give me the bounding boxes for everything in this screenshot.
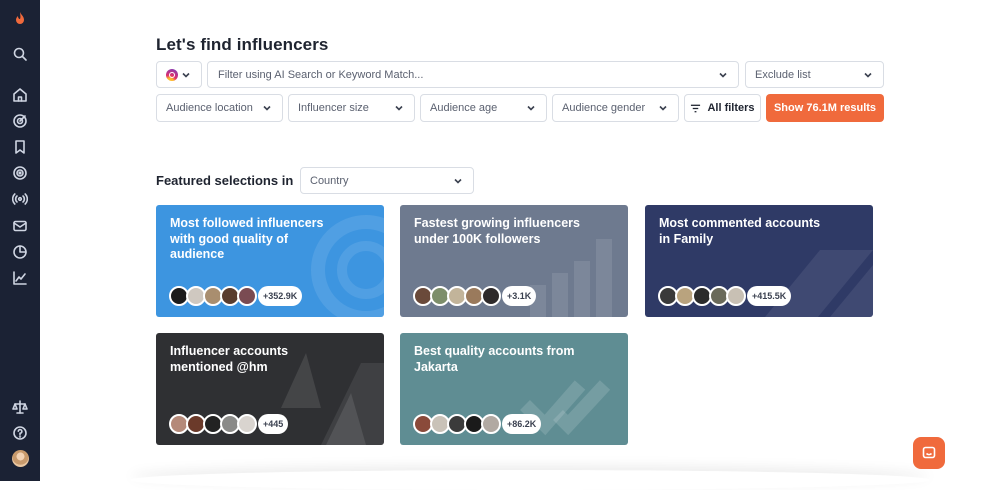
influencer-size-select[interactable]: Influencer size bbox=[288, 94, 415, 122]
country-placeholder: Country bbox=[310, 174, 349, 187]
chat-button[interactable] bbox=[913, 437, 945, 469]
influencer-size-label: Influencer size bbox=[298, 102, 369, 114]
avatar bbox=[237, 286, 257, 306]
filter-lines-icon bbox=[690, 103, 701, 114]
avatar-group: +445 bbox=[169, 414, 289, 434]
bottom-panel-shadow bbox=[130, 470, 930, 490]
chevron-down-icon bbox=[453, 176, 463, 186]
avatar-group: +3.1K bbox=[413, 286, 537, 306]
chevron-down-icon bbox=[262, 103, 272, 113]
audience-age-select[interactable]: Audience age bbox=[420, 94, 547, 122]
logo-flame-icon[interactable] bbox=[11, 10, 29, 28]
audience-location-select[interactable]: Audience location bbox=[156, 94, 283, 122]
chevron-down-icon bbox=[718, 70, 728, 80]
mail-icon[interactable] bbox=[11, 217, 29, 235]
trend-icon[interactable] bbox=[11, 269, 29, 287]
exclude-list-label: Exclude list bbox=[755, 68, 811, 81]
card-title: Best quality accounts from Jakarta bbox=[414, 344, 575, 374]
avatar bbox=[237, 414, 257, 434]
influencer-count: +3.1K bbox=[502, 286, 537, 306]
discover-icon[interactable] bbox=[11, 112, 29, 130]
bookmark-icon[interactable] bbox=[11, 138, 29, 156]
search-input[interactable]: Filter using AI Search or Keyword Match.… bbox=[207, 61, 739, 88]
featured-card-mentioned-hm[interactable]: Influencer accounts mentioned @hm +445 bbox=[156, 333, 384, 445]
influencer-count: +352.9K bbox=[258, 286, 303, 306]
chevron-down-icon bbox=[526, 103, 536, 113]
home-icon[interactable] bbox=[11, 86, 29, 104]
card-title: Most commented accounts in Family bbox=[659, 216, 821, 246]
chevron-down-icon bbox=[863, 70, 873, 80]
search-placeholder: Filter using AI Search or Keyword Match.… bbox=[218, 68, 424, 81]
scale-icon[interactable] bbox=[11, 398, 29, 416]
page-title: Let's find influencers bbox=[156, 35, 329, 54]
chat-icon bbox=[921, 445, 937, 461]
sidebar bbox=[0, 0, 40, 481]
influencer-count: +445 bbox=[258, 414, 289, 434]
audience-location-label: Audience location bbox=[166, 102, 253, 114]
featured-card-most-followed[interactable]: Most followed influencers with good qual… bbox=[156, 205, 384, 317]
avatar[interactable] bbox=[12, 450, 29, 467]
influencer-count: +86.2K bbox=[502, 414, 542, 434]
featured-card-jakarta[interactable]: Best quality accounts from Jakarta +86.2… bbox=[400, 333, 628, 445]
avatar-group: +352.9K bbox=[169, 286, 303, 306]
pie-chart-icon[interactable] bbox=[11, 243, 29, 261]
search-icon[interactable] bbox=[11, 45, 29, 63]
audience-gender-select[interactable]: Audience gender bbox=[552, 94, 679, 122]
avatar bbox=[481, 414, 501, 434]
avatar-group: +415.5K bbox=[658, 286, 792, 306]
broadcast-icon[interactable] bbox=[11, 190, 29, 208]
influencer-count: +415.5K bbox=[747, 286, 792, 306]
card-title: Influencer accounts mentioned @hm bbox=[170, 344, 289, 374]
chevron-down-icon bbox=[181, 70, 191, 80]
chevron-down-icon bbox=[658, 103, 668, 113]
card-title: Most followed influencers with good qual… bbox=[170, 216, 324, 261]
main-content: Let's find influencers Filter using AI S… bbox=[40, 0, 1000, 481]
avatar bbox=[481, 286, 501, 306]
exclude-list-select[interactable]: Exclude list bbox=[745, 61, 884, 88]
platform-select[interactable] bbox=[156, 61, 202, 88]
audience-age-label: Audience age bbox=[430, 102, 498, 114]
all-filters-button[interactable]: All filters bbox=[684, 94, 761, 122]
help-icon[interactable] bbox=[11, 424, 29, 442]
avatar-group: +86.2K bbox=[413, 414, 542, 434]
target-icon[interactable] bbox=[11, 164, 29, 182]
card-title: Fastest growing influencers under 100K f… bbox=[414, 216, 581, 246]
featured-label: Featured selections in bbox=[156, 173, 294, 188]
country-select[interactable]: Country bbox=[300, 167, 474, 194]
chevron-down-icon bbox=[394, 103, 404, 113]
show-results-button[interactable]: Show 76.1M results bbox=[766, 94, 884, 122]
avatar bbox=[726, 286, 746, 306]
featured-card-fastest-growing[interactable]: Fastest growing influencers under 100K f… bbox=[400, 205, 628, 317]
featured-card-most-commented[interactable]: Most commented accounts in Family +415.5… bbox=[645, 205, 873, 317]
audience-gender-label: Audience gender bbox=[562, 102, 646, 114]
instagram-icon bbox=[166, 69, 178, 81]
all-filters-label: All filters bbox=[707, 102, 755, 114]
